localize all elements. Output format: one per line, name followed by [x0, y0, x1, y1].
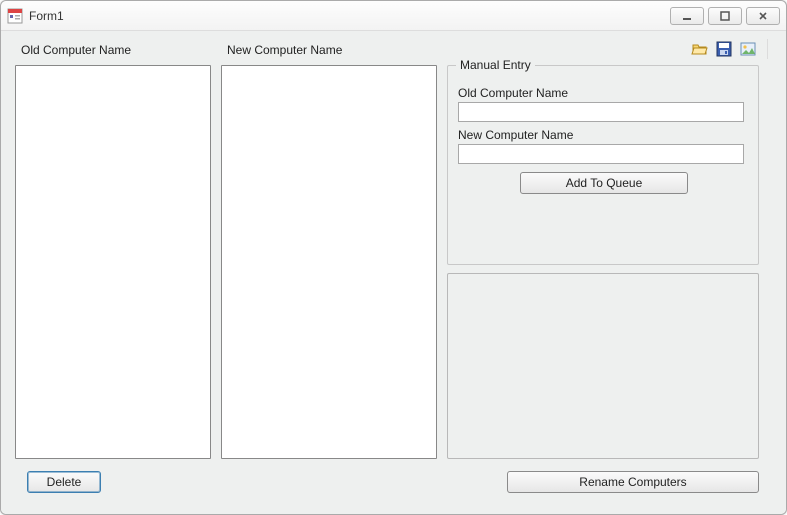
old-list-label: Old Computer Name: [21, 43, 131, 57]
toolbar: [691, 39, 768, 59]
old-names-listbox[interactable]: [15, 65, 211, 459]
delete-button[interactable]: Delete: [27, 471, 101, 493]
maximize-button[interactable]: [708, 7, 742, 25]
folder-open-icon[interactable]: [691, 40, 709, 58]
close-button[interactable]: [746, 7, 780, 25]
manual-entry-legend: Manual Entry: [456, 58, 535, 72]
toolbar-separator: [767, 39, 768, 59]
manual-new-label: New Computer Name: [458, 128, 573, 142]
output-groupbox: [447, 273, 759, 459]
new-names-listbox[interactable]: [221, 65, 437, 459]
manual-old-input[interactable]: [458, 102, 744, 122]
save-icon[interactable]: [715, 40, 733, 58]
manual-entry-groupbox: Manual Entry Old Computer Name New Compu…: [447, 65, 759, 265]
window-title: Form1: [29, 9, 64, 23]
window-frame: Form1 Old Computer Name New Computer Nam…: [0, 0, 787, 515]
app-icon: [7, 8, 23, 24]
minimize-button[interactable]: [670, 7, 704, 25]
header-row: Old Computer Name New Computer Name: [9, 37, 778, 61]
image-icon[interactable]: [739, 40, 757, 58]
rename-computers-button[interactable]: Rename Computers: [507, 471, 759, 493]
manual-old-label: Old Computer Name: [458, 86, 568, 100]
titlebar[interactable]: Form1: [1, 1, 786, 31]
client-area: Old Computer Name New Computer Name: [1, 31, 786, 514]
add-to-queue-button[interactable]: Add To Queue: [520, 172, 688, 194]
manual-new-input[interactable]: [458, 144, 744, 164]
new-list-label: New Computer Name: [227, 43, 342, 57]
